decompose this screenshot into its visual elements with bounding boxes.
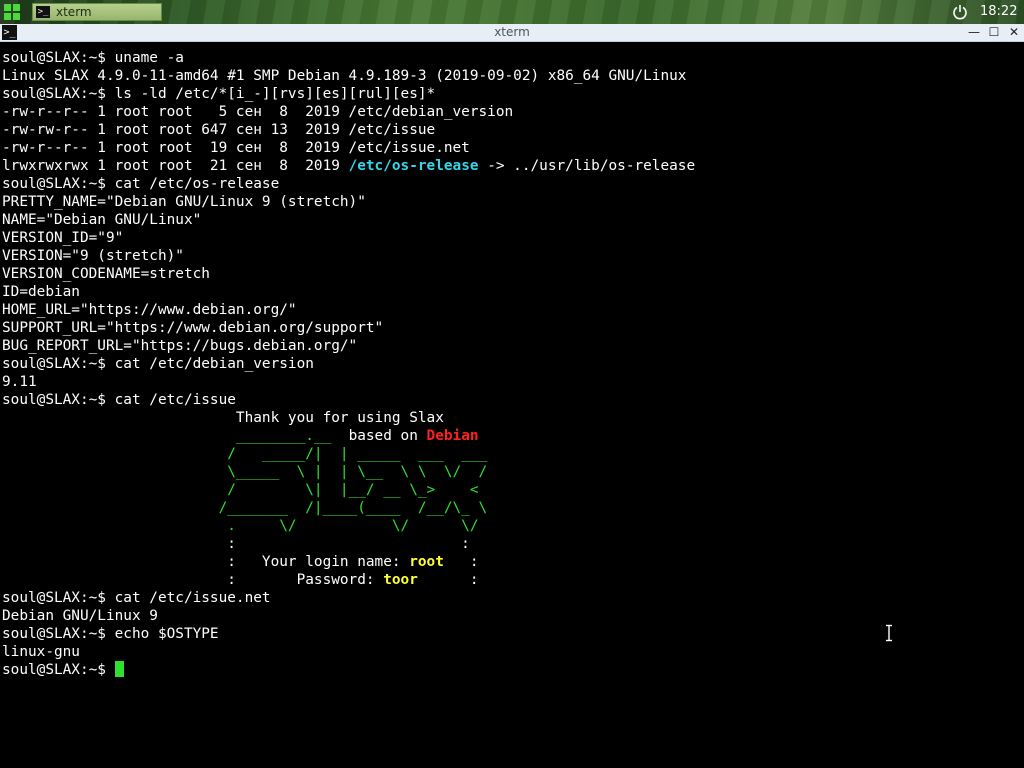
terminal-line: soul@SLAX:~$ ls -ld /etc/*[i_-][rvs][es]… [2,86,436,102]
debian-label: Debian [426,428,479,444]
ascii-art-line: / \| |__/ __ \_> < [2,482,479,498]
minimize-button[interactable]: — [966,25,982,40]
terminal-line: : Password: toor : [2,571,1022,589]
ascii-art-line: / _____/| | _____ ___ ___ [2,446,488,462]
terminal-prompt-line[interactable]: soul@SLAX:~$ [2,661,1022,679]
terminal-line: soul@SLAX:~$ cat /etc/os-release [2,176,280,192]
window-titlebar[interactable]: >_ xterm — ☐ ✕ [0,24,1024,42]
ascii-art-line: \_____ \ | | \__ \ \ \/ / [2,464,488,480]
terminal-line: BUG_REPORT_URL="https://bugs.debian.org/… [2,338,358,354]
login-name-value: root [409,554,444,570]
terminal-line: linux-gnu [2,644,80,660]
terminal-line: VERSION_ID="9" [2,230,124,246]
terminal-line: PRETTY_NAME="Debian GNU/Linux 9 (stretch… [2,194,366,210]
terminal-line: ID=debian [2,284,80,300]
ascii-art: ________.__ [2,428,349,444]
ascii-art-line: . \/ \/ \/ [2,518,479,534]
terminal-line: ________.__ based on Debian [2,427,1022,445]
ascii-art-line: /_______ /|____(____ /__/\_ \ [2,500,488,516]
frame-edge: : [417,572,479,588]
clock: 18:22 [980,4,1018,19]
power-icon[interactable] [952,4,968,20]
prompt: soul@SLAX:~$ [2,662,115,678]
terminal-line: soul@SLAX:~$ cat /etc/debian_version [2,356,314,372]
start-menu-icon[interactable] [4,4,21,21]
terminal-line: soul@SLAX:~$ uname -a [2,50,184,66]
based-on-text: based on [348,428,427,444]
terminal-line: soul@SLAX:~$ cat /etc/issue [2,392,236,408]
i-beam-cursor-icon [886,624,892,642]
terminal-line: -rw-r--r-- 1 root root 19 сен 8 2019 /et… [2,140,470,156]
ls-entry: lrwxrwxrwx 1 root root 21 сен 8 2019 [2,158,349,174]
terminal-line: Debian GNU/Linux 9 [2,608,158,624]
window-controls: — ☐ ✕ [966,25,1022,40]
terminal-line: SUPPORT_URL="https://www.debian.org/supp… [2,320,384,336]
terminal-line: soul@SLAX:~$ cat /etc/issue.net [2,590,271,606]
frame-edge: : [443,554,479,570]
terminal-line: : Your login name: root : [2,553,1022,571]
close-button[interactable]: ✕ [1006,25,1022,40]
terminal-icon: >_ [36,6,50,18]
terminal-line: NAME="Debian GNU/Linux" [2,212,202,228]
terminal-line: VERSION="9 (stretch)" [2,248,184,264]
login-name-label: : Your login name: [2,554,410,570]
terminal-line: Linux SLAX 4.9.0-11-amd64 #1 SMP Debian … [2,68,687,84]
taskbar-item-xterm[interactable]: >_ xterm [32,3,162,21]
terminal-line: soul@SLAX:~$ echo $OSTYPE [2,626,219,642]
terminal-line: 9.11 [2,374,37,390]
terminal-line: Thank you for using Slax [2,410,444,426]
terminal-line: lrwxrwxrwx 1 root root 21 сен 8 2019 /et… [2,157,1022,175]
window-title: xterm [494,25,530,39]
password-label: : Password: [2,572,384,588]
taskbar-item-label: xterm [56,5,92,19]
terminal-line: : : [2,536,470,552]
terminal-line: HOME_URL="https://www.debian.org/" [2,302,297,318]
taskbar: >_ xterm 18:22 [0,0,1024,24]
password-value: toor [383,572,418,588]
terminal-output[interactable]: soul@SLAX:~$ uname -a Linux SLAX 4.9.0-1… [2,49,1022,764]
terminal-line: -rw-rw-r-- 1 root root 647 сен 13 2019 /… [2,122,436,138]
text-cursor [114,661,124,677]
symlink-name: /etc/os-release [348,158,479,174]
maximize-button[interactable]: ☐ [986,25,1002,40]
terminal-line: -rw-r--r-- 1 root root 5 сен 8 2019 /etc… [2,104,514,120]
symlink-target: -> ../usr/lib/os-release [478,158,696,174]
terminal-line: VERSION_CODENAME=stretch [2,266,210,282]
